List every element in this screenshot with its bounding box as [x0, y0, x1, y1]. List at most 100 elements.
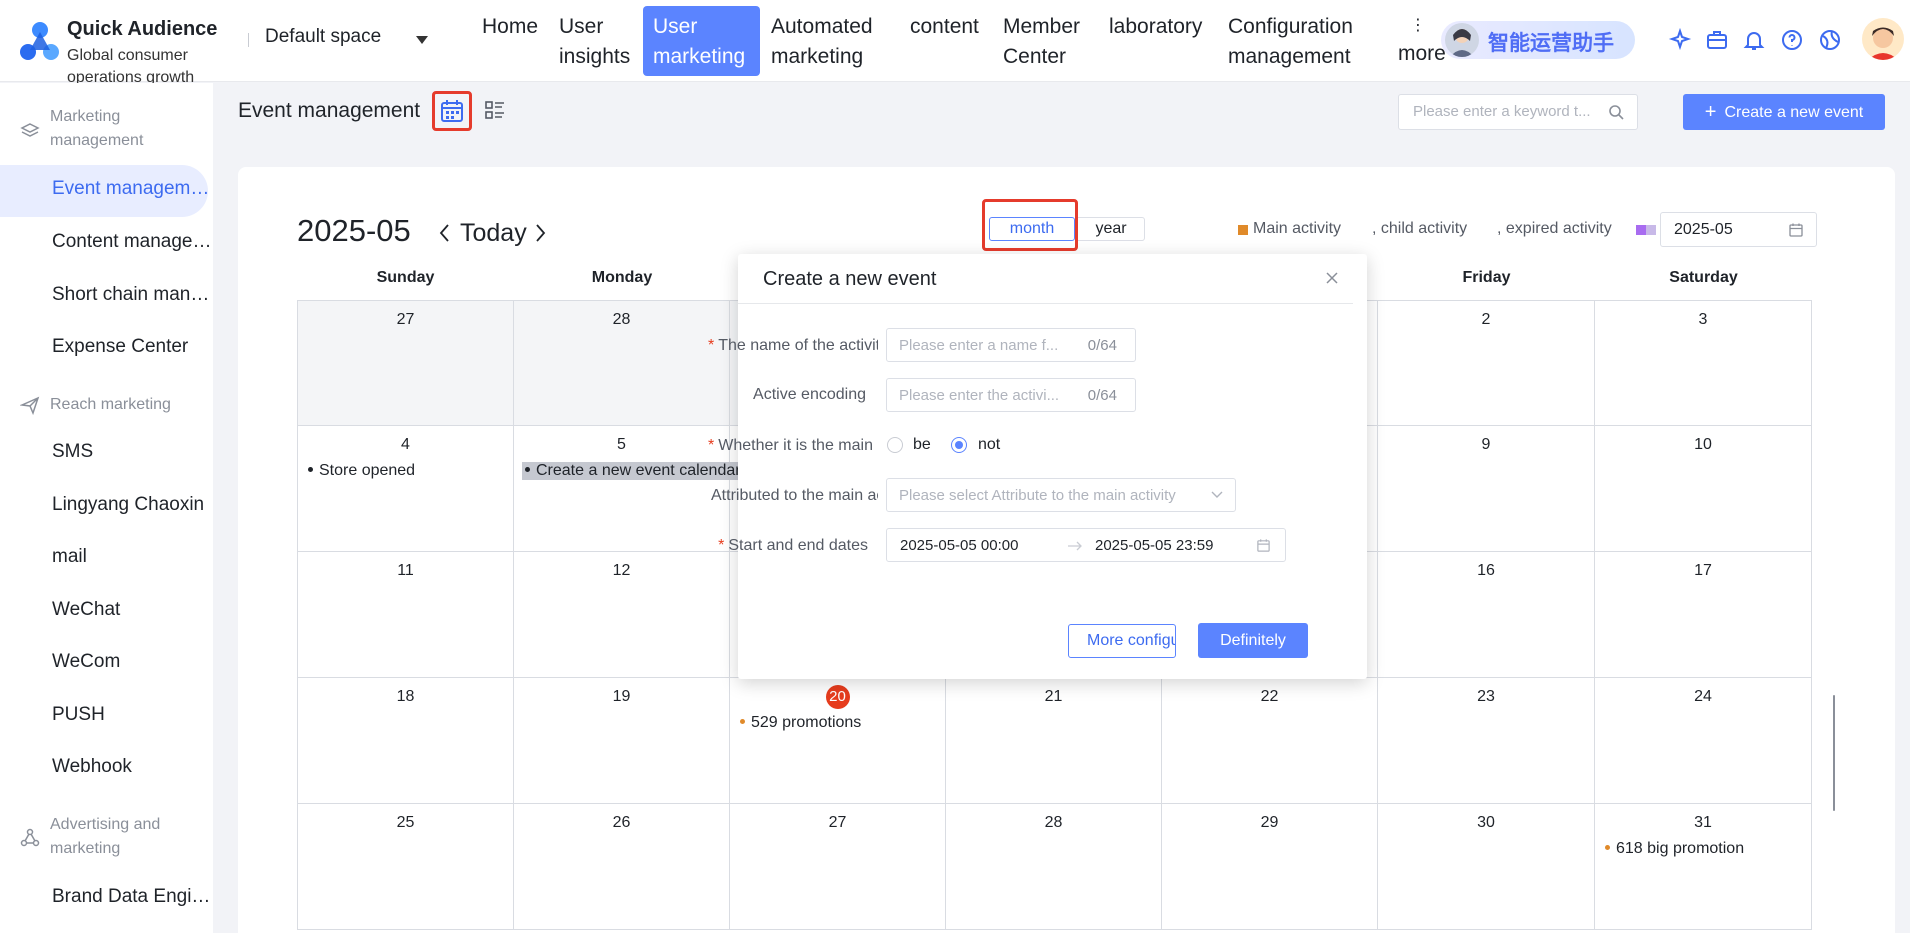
activity-name-field[interactable]: Please enter a name f... 0/64	[886, 328, 1136, 362]
calendar-event[interactable]: Create a new event calendar	[522, 462, 744, 480]
search-icon[interactable]	[1608, 104, 1625, 121]
day-number: 29	[1260, 814, 1279, 831]
sidebar-item-content-management[interactable]: Content management	[52, 231, 212, 253]
nav-user-marketing[interactable]: User marketing	[643, 6, 760, 76]
activity-name-placeholder: Please enter a name f...	[899, 337, 1059, 354]
close-icon[interactable]	[1325, 271, 1339, 285]
sidebar-item-push[interactable]: PUSH	[52, 704, 212, 726]
calendar-day-cell[interactable]: 2	[1378, 300, 1595, 426]
calendar-day-cell[interactable]: 12	[514, 552, 730, 678]
globe-icon[interactable]	[1818, 28, 1842, 52]
today-button[interactable]: Today	[460, 219, 527, 248]
calendar-day-cell[interactable]: 25	[297, 804, 514, 930]
ai-assistant-button[interactable]: 智能运营助手	[1441, 21, 1635, 59]
scrollbar-thumb[interactable]	[1833, 695, 1835, 811]
active-encoding-field[interactable]: Please enter the activi... 0/64	[886, 378, 1136, 412]
day-number: 25	[396, 814, 415, 831]
nav-automated-marketing[interactable]: Automated marketing	[761, 6, 901, 76]
ai-sparkle-icon[interactable]	[1668, 28, 1692, 52]
calendar-day-cell[interactable]: 23	[1378, 678, 1595, 804]
quick-audience-logo-icon[interactable]	[18, 20, 60, 62]
sidebar-item-expense-center[interactable]: Expense Center	[52, 336, 212, 358]
sidebar-item-sms[interactable]: SMS	[52, 441, 212, 463]
bell-icon[interactable]	[1742, 28, 1766, 52]
main-activity-label: *Whether it is the main activity	[708, 437, 878, 455]
calendar-day-cell[interactable]: 20 529 promotions	[730, 678, 946, 804]
nav-member-center[interactable]: Member Center	[993, 6, 1093, 76]
calendar-day-cell[interactable]: 3	[1595, 300, 1812, 426]
view-month-button[interactable]: month	[989, 217, 1075, 241]
main-activity-no-radio[interactable]	[951, 437, 967, 453]
list-view-button[interactable]	[478, 91, 518, 131]
calendar-day-cell[interactable]: 30	[1378, 804, 1595, 930]
calendar-day-cell[interactable]: 9	[1378, 426, 1595, 552]
calendar-day-cell[interactable]: 27	[730, 804, 946, 930]
calendar-day-cell[interactable]: 27	[297, 300, 514, 426]
calendar-day-cell[interactable]: 19	[514, 678, 730, 804]
create-event-label: Create a new event	[1724, 104, 1864, 121]
briefcase-icon[interactable]	[1705, 28, 1729, 52]
nav-configuration-management[interactable]: Configuration management	[1218, 6, 1383, 76]
calendar-event[interactable]: Store opened	[308, 462, 415, 480]
day-number: 26	[612, 814, 631, 831]
calendar-icon	[1789, 223, 1803, 237]
calendar-day-cell[interactable]: 21	[946, 678, 1162, 804]
search-input[interactable]	[1413, 103, 1603, 120]
nav-user-insights[interactable]: User insights	[549, 6, 644, 76]
main-activity-label-text: Whether it is the main activity	[718, 437, 878, 454]
nav-home[interactable]: Home	[472, 6, 548, 76]
calendar-day-cell[interactable]: 24	[1595, 678, 1812, 804]
sidebar-item-short-chain-management[interactable]: Short chain management	[52, 284, 212, 306]
assistant-avatar	[1445, 23, 1479, 57]
create-event-button[interactable]: + Create a new event	[1683, 94, 1885, 130]
calendar-day-cell[interactable]: 18	[297, 678, 514, 804]
sidebar-item-wechat[interactable]: WeChat	[52, 599, 212, 621]
date-range-label-text: Start and end dates	[728, 537, 868, 554]
caret-down-icon[interactable]	[416, 36, 428, 44]
sidebar-item-lingyang-chaoxin[interactable]: Lingyang Chaoxin	[52, 494, 212, 516]
calendar-day-cell[interactable]: 28	[946, 804, 1162, 930]
help-icon[interactable]	[1780, 28, 1804, 52]
calendar-day-cell[interactable]: 5 Create a new event calendar	[514, 426, 744, 552]
month-picker[interactable]: 2025-05	[1660, 212, 1817, 247]
main-activity-yes-label[interactable]: be	[913, 436, 931, 454]
calendar-day-cell[interactable]: 31 618 big promotion	[1595, 804, 1812, 930]
space-selector[interactable]: Default space	[265, 26, 381, 48]
calendar-day-cell[interactable]: 22	[1162, 678, 1378, 804]
calendar-day-cell[interactable]: 29	[1162, 804, 1378, 930]
calendar-event[interactable]: 618 big promotion	[1605, 840, 1744, 858]
calendar-day-cell[interactable]: 17	[1595, 552, 1812, 678]
calendar-day-cell[interactable]: 28	[514, 300, 730, 426]
calendar-day-cell[interactable]: 26	[514, 804, 730, 930]
confirm-button[interactable]: Definitely	[1198, 623, 1308, 658]
chevron-right-icon[interactable]	[534, 222, 548, 244]
nav-content[interactable]: content	[900, 6, 989, 76]
chevron-left-icon[interactable]	[437, 222, 451, 244]
sidebar-item-wecom[interactable]: WeCom	[52, 651, 212, 673]
space-divider	[248, 33, 249, 47]
date-range-picker[interactable]: 2025-05-05 00:00 2025-05-05 23:59	[886, 528, 1286, 562]
nav-laboratory[interactable]: laboratory	[1099, 6, 1212, 76]
day-number: 10	[1694, 436, 1712, 453]
calendar-day-cell[interactable]: 16	[1378, 552, 1595, 678]
calendar-day-cell[interactable]: 11	[297, 552, 514, 678]
user-avatar[interactable]	[1862, 18, 1904, 60]
calendar-view-button[interactable]	[432, 91, 472, 131]
main-activity-yes-radio[interactable]	[887, 437, 903, 453]
sidebar-item-mail[interactable]: mail	[52, 546, 212, 568]
attribute-main-select[interactable]: Please select Attribute to the main acti…	[886, 478, 1236, 512]
sidebar-item-event-management[interactable]: Event management	[52, 178, 212, 200]
more-configuration-button[interactable]: More configuration	[1068, 624, 1176, 658]
calendar-day-cell[interactable]: 4 Store opened	[297, 426, 514, 552]
sidebar-item-webhook[interactable]: Webhook	[52, 756, 212, 778]
day-number: 5	[617, 436, 626, 453]
day-number: 27	[396, 311, 415, 328]
view-year-button[interactable]: year	[1078, 217, 1145, 241]
weekday-header: Friday	[1462, 269, 1511, 286]
sidebar-item-brand-data-engine[interactable]: Brand Data Engine	[52, 886, 212, 908]
calendar-event[interactable]: 529 promotions	[740, 714, 861, 732]
main-activity-no-label[interactable]: not	[978, 436, 1000, 454]
sidebar-group-marketing-management: Marketing management	[50, 108, 144, 149]
calendar-day-cell[interactable]: 10	[1595, 426, 1812, 552]
day-number: 30	[1477, 814, 1495, 831]
